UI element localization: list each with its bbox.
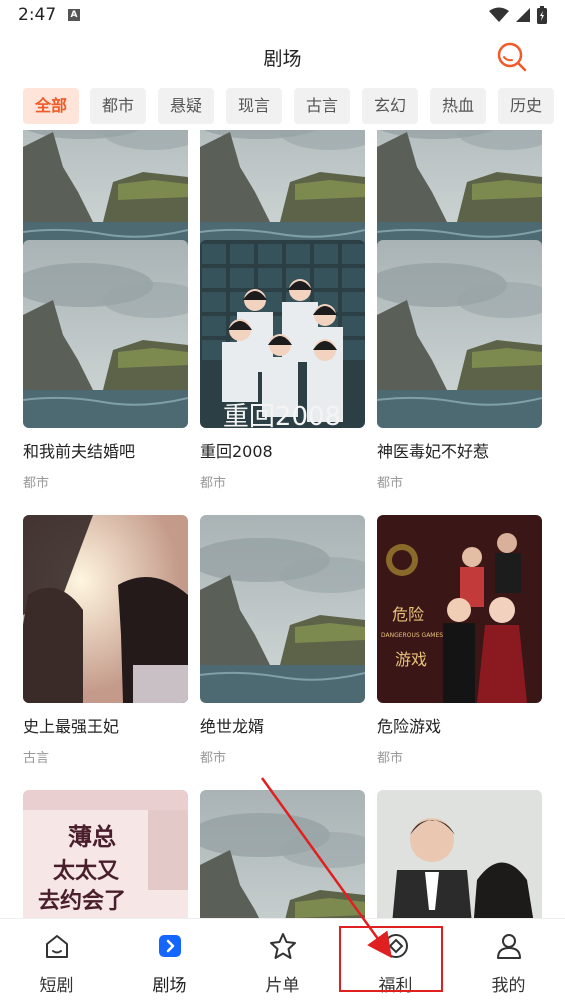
drama-title[interactable]: 危险游戏 xyxy=(377,713,441,737)
category-chip[interactable]: 古言 xyxy=(294,88,350,124)
star-icon xyxy=(268,931,298,961)
drama-poster[interactable] xyxy=(23,515,188,703)
category-chip[interactable]: 历史 xyxy=(498,88,554,124)
drama-poster[interactable] xyxy=(377,240,542,428)
page-title: 剧场 xyxy=(263,48,302,70)
header: 剧场 xyxy=(0,34,565,80)
drama-poster[interactable]: 重回2008 xyxy=(200,240,365,428)
search-button[interactable] xyxy=(495,40,529,74)
drama-genre-tag: 都市 xyxy=(23,476,50,491)
wifi-icon xyxy=(489,7,509,22)
drama-poster[interactable] xyxy=(23,240,188,428)
tab-3[interactable]: 福利 xyxy=(339,919,452,1005)
drama-poster[interactable]: 薄总太太又去约会了 xyxy=(23,790,188,918)
tab-2[interactable]: 片单 xyxy=(226,919,339,1005)
battery-icon xyxy=(537,6,547,24)
status-icons xyxy=(489,6,547,24)
svg-text:去约会了: 去约会了 xyxy=(38,888,126,914)
drama-genre-tag: 都市 xyxy=(200,751,227,766)
tab-label: 片单 xyxy=(265,976,300,996)
drama-poster[interactable]: 危险 DANGEROUS GAMES 游戏 xyxy=(377,515,542,703)
svg-text:薄总: 薄总 xyxy=(68,822,116,851)
status-bar: 2:47 A xyxy=(0,0,565,34)
bottom-tab-bar: 短剧 剧场 片单 福利 我的 xyxy=(0,918,565,1005)
gift-diamond-icon xyxy=(381,931,411,961)
drama-genre-tag: 都市 xyxy=(377,751,404,766)
tab-label: 剧场 xyxy=(152,976,187,996)
poster-title-cn: 危险 xyxy=(392,605,424,624)
poster-title-text: 重回2008 xyxy=(223,402,341,428)
category-chip[interactable]: 现言 xyxy=(226,88,282,124)
drama-genre-tag: 古言 xyxy=(23,751,50,766)
category-chip[interactable]: 玄幻 xyxy=(362,88,418,124)
category-bar: 全部 都市 悬疑 现言 古言 玄幻 热血 历史 xyxy=(0,88,565,124)
drama-title[interactable]: 史上最强王妃 xyxy=(23,713,119,737)
signal-icon xyxy=(516,8,530,22)
theater-icon xyxy=(155,931,185,961)
tab-0[interactable]: 短剧 xyxy=(0,919,113,1005)
tab-4[interactable]: 我的 xyxy=(452,919,565,1005)
drama-title[interactable]: 绝世龙婿 xyxy=(200,713,264,737)
drama-title[interactable]: 和我前夫结婚吧 xyxy=(23,438,135,462)
drama-grid: 废后归来古言九霄都市回到古代当官人都市和我前夫结婚吧都市重回2008重回2008… xyxy=(0,130,565,918)
tab-label: 短剧 xyxy=(39,976,74,996)
poster-title-en: DANGEROUS GAMES xyxy=(381,632,443,639)
drama-genre-tag: 都市 xyxy=(377,476,404,491)
category-chip[interactable]: 全部 xyxy=(23,88,79,124)
tab-label: 我的 xyxy=(491,976,526,996)
tab-1[interactable]: 剧场 xyxy=(113,919,226,1005)
drama-genre-tag: 都市 xyxy=(200,476,227,491)
category-chip[interactable]: 都市 xyxy=(90,88,146,124)
status-time: 2:47 xyxy=(18,5,57,25)
drama-poster[interactable] xyxy=(377,790,542,918)
drama-poster[interactable] xyxy=(200,515,365,703)
svg-text:游戏: 游戏 xyxy=(395,650,427,669)
drama-title[interactable]: 重回2008 xyxy=(200,438,273,462)
profile-icon xyxy=(494,931,524,961)
drama-poster[interactable] xyxy=(200,790,365,918)
svg-text:太太又: 太太又 xyxy=(53,858,120,884)
drama-title[interactable]: 神医毒妃不好惹 xyxy=(377,438,489,462)
category-chip[interactable]: 热血 xyxy=(430,88,486,124)
notification-badge-icon: A xyxy=(68,9,80,21)
home-icon xyxy=(42,931,72,961)
tab-label: 福利 xyxy=(378,976,413,996)
search-icon xyxy=(497,42,527,72)
category-chip[interactable]: 悬疑 xyxy=(158,88,214,124)
